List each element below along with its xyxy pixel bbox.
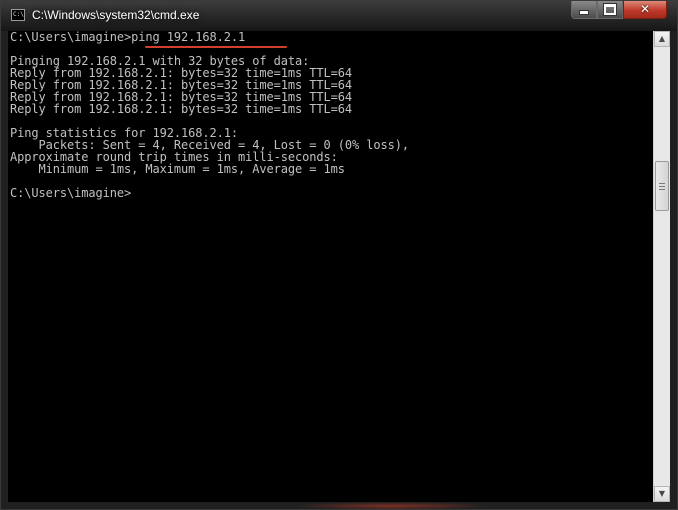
taskbar-glow [291, 502, 491, 510]
console-line: Reply from 192.168.2.1: bytes=32 time=1m… [10, 102, 352, 116]
command-highlight-underline [145, 46, 287, 48]
arrow-down-icon: ▼ [658, 489, 666, 498]
grip-line [659, 183, 665, 184]
window-controls: ✕ [571, 1, 667, 21]
grip-line [659, 186, 665, 187]
scroll-up-button[interactable]: ▲ [654, 31, 670, 47]
close-icon: ✕ [639, 2, 651, 16]
console-line: C:\Users\imagine> [10, 186, 132, 200]
console-line: C:\Users\imagine>ping 192.168.2.1 [10, 31, 246, 44]
console-output[interactable]: C:\Users\imagine>ping 192.168.2.1 Pingin… [8, 31, 653, 502]
console-line: Minimum = 1ms, Maximum = 1ms, Average = … [10, 162, 345, 176]
scroll-thumb[interactable] [655, 161, 669, 211]
window-title: C:\Windows\system32\cmd.exe [32, 8, 200, 22]
grip-line [659, 189, 665, 190]
minimize-button[interactable] [571, 1, 597, 19]
maximize-icon [603, 3, 617, 16]
arrow-up-icon: ▲ [658, 34, 666, 43]
console-text: C:\Users\imagine>ping 192.168.2.1 Pingin… [8, 31, 653, 199]
title-bar[interactable]: C:\ C:\Windows\system32\cmd.exe ✕ [1, 1, 677, 31]
minimize-icon [579, 10, 589, 15]
close-button[interactable]: ✕ [623, 1, 667, 19]
cmd-window: C:\ C:\Windows\system32\cmd.exe ✕ C:\Use… [0, 0, 678, 510]
cmd-app-icon[interactable]: C:\ [11, 9, 25, 21]
vertical-scrollbar[interactable]: ▲ ▼ [653, 31, 670, 502]
scroll-down-button[interactable]: ▼ [654, 486, 670, 502]
maximize-button[interactable] [597, 1, 623, 19]
